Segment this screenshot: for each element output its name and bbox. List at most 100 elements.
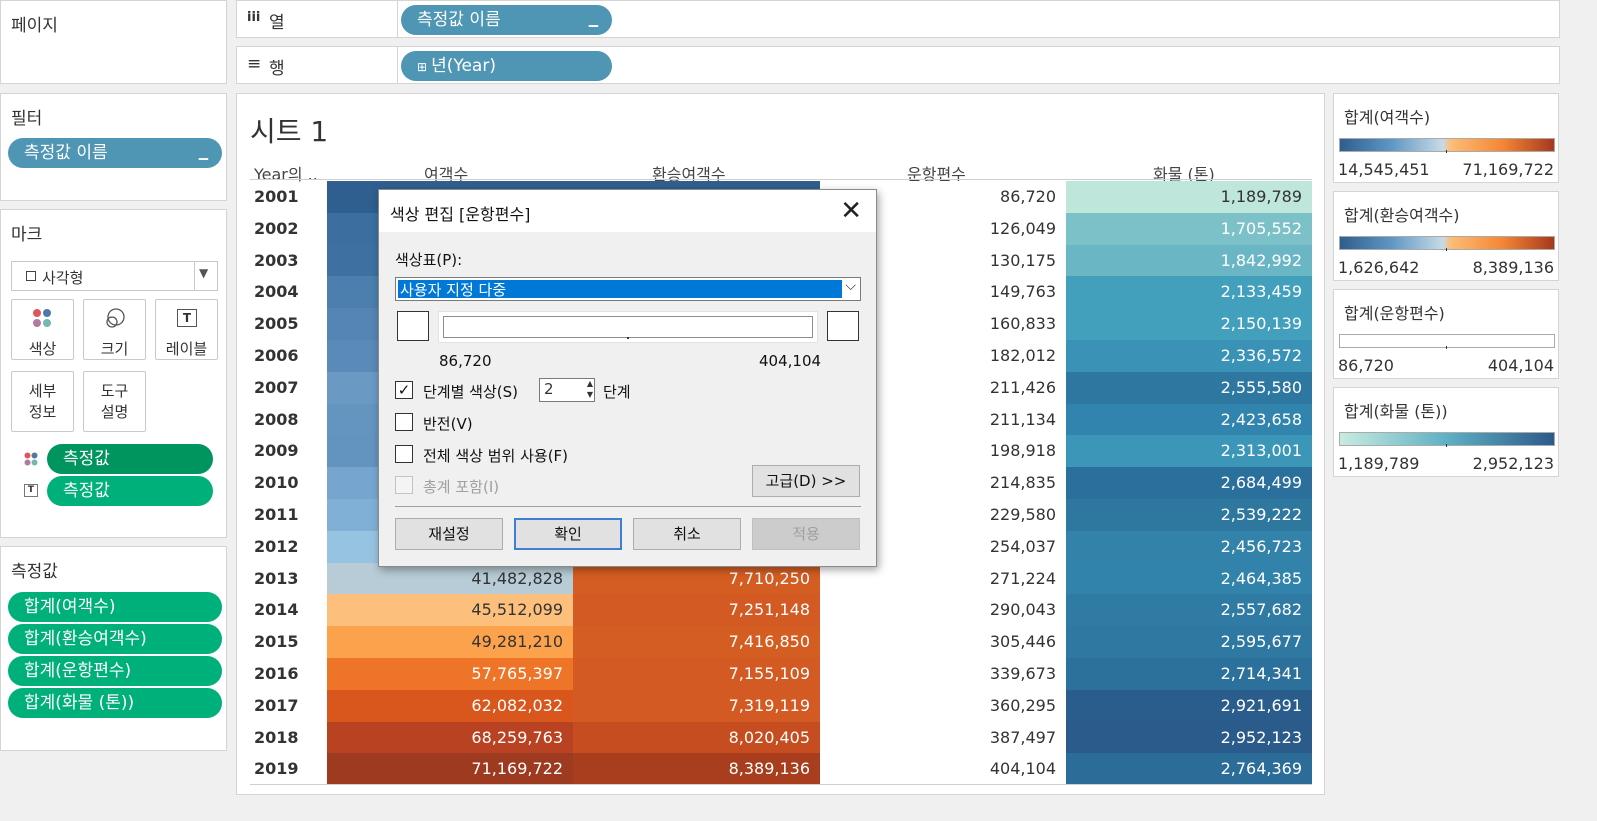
close-icon[interactable]: ✕ <box>840 196 862 226</box>
table-cell-cargo[interactable]: 2,921,691 <box>1066 689 1312 722</box>
stepper-down-icon[interactable]: ▼ <box>587 390 593 400</box>
legend-midpoint-tick <box>1446 248 1447 251</box>
measure-pill-cargo[interactable]: 합계(화물 (톤)) <box>8 688 222 718</box>
filter-pill-label: 측정값 이름 <box>24 143 108 163</box>
columns-shelf[interactable]: iii 열 측정값 이름 ▁ <box>236 0 1560 38</box>
color-range-bar[interactable] <box>438 311 818 343</box>
columns-pill[interactable]: 측정값 이름 ▁ <box>401 5 612 35</box>
advanced-button[interactable]: 고급(D) >> <box>752 465 860 497</box>
label-measure-pill-label: 측정값 <box>63 481 110 501</box>
cancel-button[interactable]: 취소 <box>633 518 741 550</box>
table-cell-transfer[interactable]: 7,710,250 <box>573 562 820 595</box>
table-cell-cargo[interactable]: 2,456,723 <box>1066 530 1312 563</box>
tooltip-card-label: 도구 설명 <box>100 382 129 421</box>
columns-icon: iii <box>247 10 261 25</box>
detail-card[interactable]: 세부 정보 <box>11 371 74 432</box>
table-cell-flights[interactable]: 290,043 <box>820 594 1066 627</box>
table-cell-transfer[interactable]: 7,251,148 <box>573 594 820 627</box>
row-year-label: 2009 <box>254 441 299 461</box>
color-legend[interactable]: 합계(환승여객수) 1,626,642 8,389,136 <box>1333 191 1559 281</box>
row-year-label: 2019 <box>254 759 299 779</box>
table-cell-cargo[interactable]: 2,557,682 <box>1066 594 1312 627</box>
table-cell-passengers[interactable]: 62,082,032 <box>327 689 573 722</box>
start-color-swatch[interactable] <box>397 311 429 341</box>
label-card[interactable]: T 레이블 <box>155 299 218 360</box>
table-cell-flights[interactable]: 387,497 <box>820 721 1066 754</box>
legend-title: 합계(화물 (톤)) <box>1344 402 1448 421</box>
table-cell-cargo[interactable]: 2,133,459 <box>1066 276 1312 309</box>
table-cell-flights[interactable]: 305,446 <box>820 626 1066 658</box>
table-cell-cargo[interactable]: 2,595,677 <box>1066 626 1312 658</box>
mark-type-dropdown[interactable]: 사각형 ▼ <box>11 261 218 291</box>
size-card[interactable]: 크기 <box>83 299 146 360</box>
reverse-checkbox[interactable] <box>395 413 413 431</box>
table-cell-cargo[interactable]: 1,842,992 <box>1066 244 1312 277</box>
chevron-down-icon: ⌵ <box>845 278 856 294</box>
stepper-up-icon[interactable]: ▲ <box>587 379 593 389</box>
row-year-label: 2017 <box>254 695 299 715</box>
rows-shelf[interactable]: ≡ 행 ⊞ 년(Year) <box>236 46 1560 84</box>
text-label-icon: T <box>177 309 197 327</box>
table-cell-transfer[interactable]: 7,155,109 <box>573 658 820 690</box>
table-cell-transfer[interactable]: 8,020,405 <box>573 721 820 754</box>
color-legend[interactable]: 합계(화물 (톤)) 1,189,789 2,952,123 <box>1333 387 1559 477</box>
row-year-label: 2010 <box>254 473 299 493</box>
table-cell-flights[interactable]: 360,295 <box>820 689 1066 722</box>
table-cell-transfer[interactable]: 7,319,119 <box>573 689 820 722</box>
table-cell-flights[interactable]: 404,104 <box>820 753 1066 786</box>
table-cell-cargo[interactable]: 2,684,499 <box>1066 467 1312 499</box>
measure-pill-flights[interactable]: 합계(운항편수) <box>8 656 222 686</box>
filter-pill[interactable]: 측정값 이름 ▁ <box>8 138 222 168</box>
steps-stepper[interactable]: 2 ▲ ▼ <box>539 378 595 402</box>
tooltip-card[interactable]: 도구 설명 <box>83 371 146 432</box>
table-cell-cargo[interactable]: 2,150,139 <box>1066 308 1312 340</box>
color-card[interactable]: 색상 <box>11 299 74 360</box>
measure-pill-transfer[interactable]: 합계(환승여객수) <box>8 624 222 654</box>
row-year-label: 2001 <box>254 187 299 206</box>
measure-pill-passengers[interactable]: 합계(여객수) <box>8 592 222 622</box>
table-cell-cargo[interactable]: 2,336,572 <box>1066 340 1312 372</box>
ok-button[interactable]: 확인 <box>514 518 622 550</box>
reset-button[interactable]: 재설정 <box>395 518 503 550</box>
table-cell-cargo[interactable]: 2,714,341 <box>1066 658 1312 690</box>
table-cell-cargo[interactable]: 2,555,580 <box>1066 371 1312 404</box>
table-cell-transfer[interactable]: 8,389,136 <box>573 753 820 786</box>
table-cell-cargo[interactable]: 1,705,552 <box>1066 212 1312 245</box>
end-color-swatch[interactable] <box>827 311 859 341</box>
header-divider <box>250 179 1312 180</box>
table-cell-flights[interactable]: 271,224 <box>820 562 1066 595</box>
full-range-checkbox[interactable] <box>395 445 413 463</box>
table-cell-cargo[interactable]: 2,952,123 <box>1066 721 1312 754</box>
table-cell-flights[interactable]: 339,673 <box>820 658 1066 690</box>
table-cell-cargo[interactable]: 2,423,658 <box>1066 403 1312 436</box>
table-cell-cargo[interactable]: 2,313,001 <box>1066 435 1312 468</box>
table-cell-passengers[interactable]: 45,512,099 <box>327 594 573 627</box>
row-year-label: 2016 <box>254 664 299 683</box>
include-totals-checkbox <box>395 476 413 494</box>
table-cell-cargo[interactable]: 2,764,369 <box>1066 753 1312 786</box>
table-cell-cargo[interactable]: 1,189,789 <box>1066 181 1312 213</box>
table-cell-cargo[interactable]: 2,464,385 <box>1066 562 1312 595</box>
square-icon <box>26 271 36 281</box>
legend-gradient-bar <box>1339 432 1555 446</box>
color-legend[interactable]: 합계(운항편수) 86,720 404,104 <box>1333 289 1559 379</box>
measure-pill-label: 합계(환승여객수) <box>24 629 147 649</box>
rows-pill[interactable]: ⊞ 년(Year) <box>401 51 612 81</box>
table-cell-passengers[interactable]: 68,259,763 <box>327 721 573 754</box>
table-cell-passengers[interactable]: 49,281,210 <box>327 626 573 658</box>
steps-unit: 단계 <box>603 383 631 401</box>
palette-select[interactable]: 사용자 지정 다중 ⌵ <box>395 277 861 301</box>
row-year-label: 2015 <box>254 632 299 652</box>
color-legend[interactable]: 합계(여객수) 14,545,451 71,169,722 <box>1333 93 1559 183</box>
table-cell-transfer[interactable]: 7,416,850 <box>573 626 820 658</box>
full-range-label: 전체 색상 범위 사용(F) <box>423 447 569 465</box>
legend-midpoint-tick <box>1446 346 1447 349</box>
pages-title: 페이지 <box>11 16 58 36</box>
table-cell-cargo[interactable]: 2,539,222 <box>1066 499 1312 531</box>
table-cell-passengers[interactable]: 41,482,828 <box>327 562 573 595</box>
table-cell-passengers[interactable]: 71,169,722 <box>327 753 573 786</box>
label-measure-pill[interactable]: 측정값 <box>47 476 213 506</box>
stepped-color-checkbox[interactable]: ✓ <box>395 381 413 399</box>
color-measure-pill[interactable]: 측정값 <box>47 444 213 474</box>
table-cell-passengers[interactable]: 57,765,397 <box>327 658 573 690</box>
